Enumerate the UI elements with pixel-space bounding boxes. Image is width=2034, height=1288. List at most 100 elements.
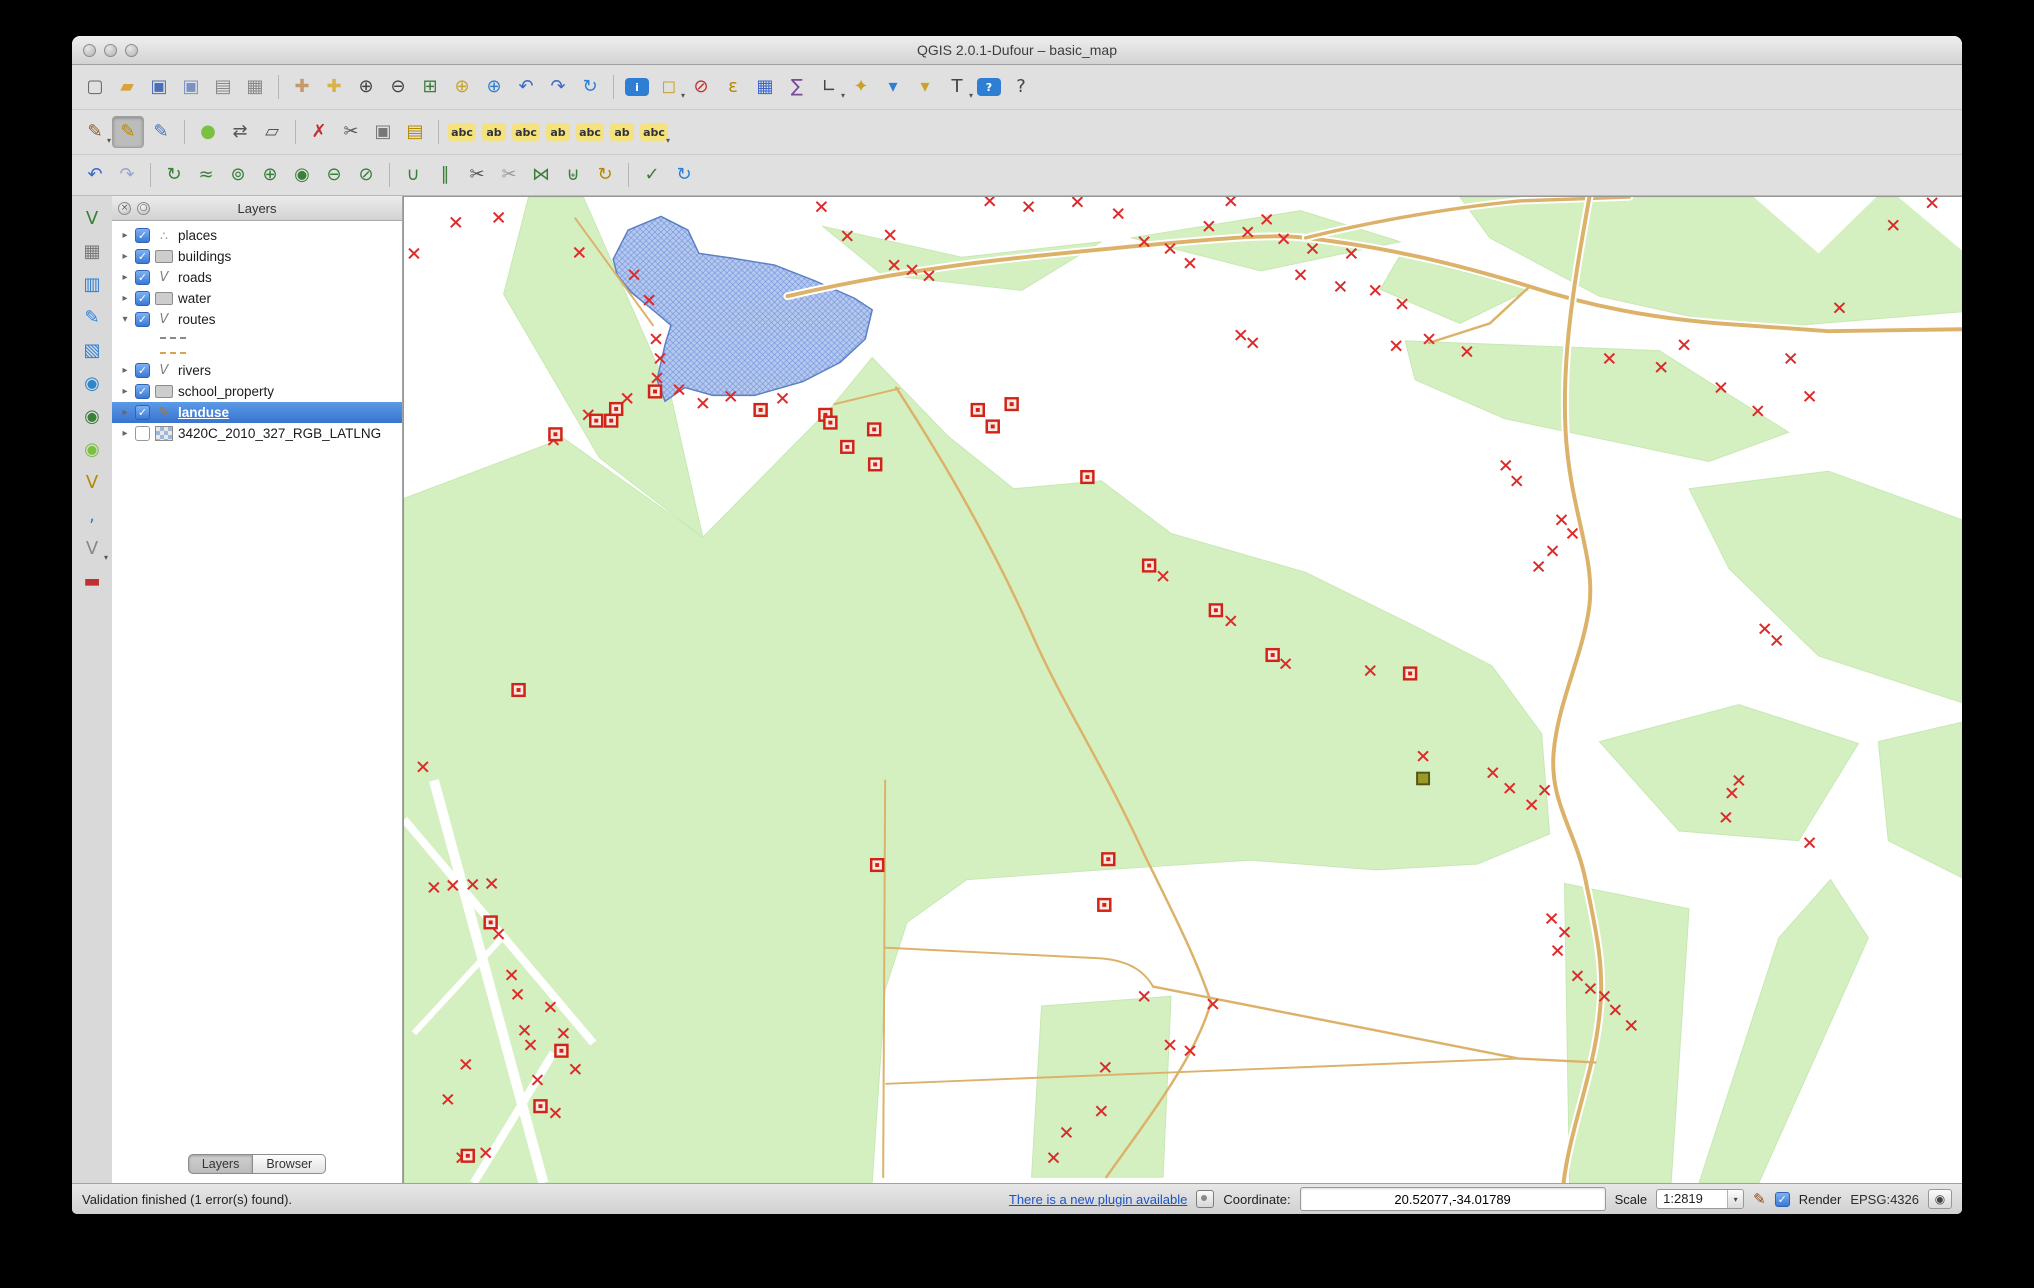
stop-render-pen-icon[interactable]: ✎: [1753, 1190, 1766, 1208]
tab-browser[interactable]: Browser: [253, 1154, 326, 1174]
titlebar[interactable]: QGIS 2.0.1-Dufour – basic_map: [72, 36, 1962, 65]
scale-value[interactable]: 1:2819: [1657, 1190, 1727, 1208]
add-mssql-layer-icon[interactable]: ▧: [77, 336, 107, 366]
expand-arrow-icon[interactable]: ▸: [120, 293, 130, 304]
field-calculator-icon[interactable]: ∑: [782, 72, 812, 102]
layer-visibility-checkbox[interactable]: ✓: [135, 291, 150, 306]
undo-icon[interactable]: ↶: [80, 160, 110, 190]
dropdown-arrow-icon[interactable]: ▾: [666, 136, 670, 145]
new-shapefile-layer-icon[interactable]: V: [77, 468, 107, 498]
layer-visibility-checkbox[interactable]: ✓: [135, 249, 150, 264]
node-tool-icon[interactable]: ▱: [257, 117, 287, 147]
plugin-icon[interactable]: [1196, 1190, 1214, 1208]
scale-dropdown-icon[interactable]: ▾: [1727, 1190, 1743, 1208]
save-project-as-icon[interactable]: ▣: [176, 72, 206, 102]
layer-visibility-checkbox[interactable]: ✓: [135, 312, 150, 327]
zoom-full-icon[interactable]: ⊞: [415, 72, 445, 102]
scale-combo[interactable]: 1:2819 ▾: [1656, 1189, 1744, 1209]
new-bookmark-icon[interactable]: ▾: [878, 72, 908, 102]
pan-map-icon[interactable]: ✚: [287, 72, 317, 102]
whats-this-icon[interactable]: ?: [1006, 72, 1036, 102]
rotate-point-symbols-icon[interactable]: ↻: [590, 160, 620, 190]
layer-item-buildings[interactable]: ▸✓buildings: [112, 246, 402, 267]
dropdown-arrow-icon[interactable]: ▾: [969, 91, 973, 100]
zoom-to-selection-icon[interactable]: ⊕: [447, 72, 477, 102]
expand-arrow-icon[interactable]: ▸: [120, 251, 130, 262]
dropdown-arrow-icon[interactable]: ▾: [107, 136, 111, 145]
set-crs-icon[interactable]: V▾: [77, 534, 107, 564]
pan-to-selection-icon[interactable]: ✚: [319, 72, 349, 102]
zoom-in-icon[interactable]: ⊕: [351, 72, 381, 102]
expand-arrow-icon[interactable]: ▸: [120, 230, 130, 241]
new-project-icon[interactable]: ▢: [80, 72, 110, 102]
layer-symbol-item[interactable]: [112, 345, 402, 360]
map-tips-icon[interactable]: ✦: [846, 72, 876, 102]
coordinate-input[interactable]: [1300, 1187, 1606, 1211]
deselect-features-icon[interactable]: ⊘: [686, 72, 716, 102]
zoom-last-icon[interactable]: ↶: [511, 72, 541, 102]
toggle-editing-icon[interactable]: ✎: [112, 116, 144, 148]
save-layer-edits-icon[interactable]: ✎: [146, 117, 176, 147]
delete-part-icon[interactable]: ⊘: [351, 160, 381, 190]
split-parts-icon[interactable]: ✂: [494, 160, 524, 190]
layer-item-water[interactable]: ▸✓water: [112, 288, 402, 309]
add-wcs-layer-icon[interactable]: ◉: [77, 402, 107, 432]
rotate-feature-icon[interactable]: ↻: [159, 160, 189, 190]
label-change-icon[interactable]: ab: [607, 117, 637, 147]
label-properties-icon[interactable]: abc▾: [639, 117, 669, 147]
label-move-icon[interactable]: ab: [543, 117, 573, 147]
layer-item-rivers[interactable]: ▸✓Vrivers: [112, 360, 402, 381]
delete-ring-icon[interactable]: ⊖: [319, 160, 349, 190]
help-icon[interactable]: ?: [974, 72, 1004, 102]
layer-visibility-checkbox[interactable]: ✓: [135, 384, 150, 399]
add-feature-icon[interactable]: ●: [193, 117, 223, 147]
refresh-map-icon[interactable]: ↻: [575, 72, 605, 102]
simplify-feature-icon[interactable]: ≈: [191, 160, 221, 190]
merge-features-icon[interactable]: ⋈: [526, 160, 556, 190]
new-print-composer-icon[interactable]: ▤: [208, 72, 238, 102]
dropdown-arrow-icon[interactable]: ▾: [841, 91, 845, 100]
add-part-icon[interactable]: ⊕: [255, 160, 285, 190]
text-annotation-icon[interactable]: T▾: [942, 72, 972, 102]
label-show-hide-icon[interactable]: abc: [511, 117, 541, 147]
delete-selected-icon[interactable]: ✗: [304, 117, 334, 147]
labeling-icon[interactable]: abc: [447, 117, 477, 147]
select-features-icon[interactable]: ◻▾: [654, 72, 684, 102]
current-edits-icon[interactable]: ✎▾: [80, 117, 110, 147]
dropdown-arrow-icon[interactable]: ▾: [104, 553, 108, 562]
add-wms-layer-icon[interactable]: ◉: [77, 369, 107, 399]
show-bookmarks-icon[interactable]: ▾: [910, 72, 940, 102]
save-project-icon[interactable]: ▣: [144, 72, 174, 102]
layer-item-3420C_2010_327_RGB_LATLNG[interactable]: ▸3420C_2010_327_RGB_LATLNG: [112, 423, 402, 444]
layer-symbol-item[interactable]: [112, 330, 402, 345]
layer-item-places[interactable]: ▸✓∴places: [112, 225, 402, 246]
add-spatialite-layer-icon[interactable]: ✎: [77, 303, 107, 333]
layer-item-routes[interactable]: ▾✓Vroutes: [112, 309, 402, 330]
label-rotate-icon[interactable]: abc: [575, 117, 605, 147]
layer-visibility-checkbox[interactable]: [135, 426, 150, 441]
layer-visibility-checkbox[interactable]: ✓: [135, 363, 150, 378]
add-delimited-text-icon[interactable]: ,: [77, 501, 107, 531]
composer-manager-icon[interactable]: ▦: [240, 72, 270, 102]
expand-arrow-icon[interactable]: ▸: [120, 407, 130, 418]
zoom-button[interactable]: [125, 44, 138, 57]
refresh-validation-icon[interactable]: ↻: [669, 160, 699, 190]
add-wfs-layer-icon[interactable]: ◉: [77, 435, 107, 465]
zoom-to-layer-icon[interactable]: ⊕: [479, 72, 509, 102]
reshape-features-icon[interactable]: ∪: [398, 160, 428, 190]
layer-item-landuse[interactable]: ▸✓✎landuse: [112, 402, 402, 423]
add-vector-layer-icon[interactable]: V: [77, 204, 107, 234]
add-postgis-layer-icon[interactable]: ▥: [77, 270, 107, 300]
layer-visibility-checkbox[interactable]: ✓: [135, 405, 150, 420]
merge-attributes-icon[interactable]: ⊎: [558, 160, 588, 190]
layer-item-roads[interactable]: ▸✓Vroads: [112, 267, 402, 288]
tab-layers[interactable]: Layers: [188, 1154, 254, 1174]
redo-icon[interactable]: ↷: [112, 160, 142, 190]
map-canvas[interactable]: [403, 196, 1962, 1183]
new-plugin-link[interactable]: There is a new plugin available: [1009, 1192, 1188, 1207]
add-ring-icon[interactable]: ⊚: [223, 160, 253, 190]
remove-layer-icon[interactable]: ▬: [77, 567, 107, 597]
label-pin-icon[interactable]: ab: [479, 117, 509, 147]
copy-features-icon[interactable]: ▣: [368, 117, 398, 147]
expand-arrow-icon[interactable]: ▸: [120, 386, 130, 397]
